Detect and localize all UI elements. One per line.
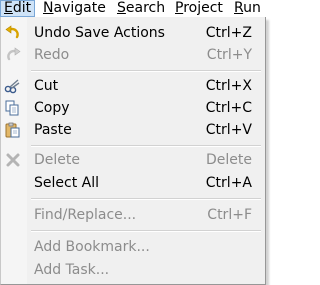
menu-item-paste[interactable]: Paste Ctrl+V — [2, 119, 264, 141]
edit-menu-dropdown: Undo Save Actions Ctrl+Z Redo Ctrl+Y Cut… — [0, 17, 266, 285]
menu-separator — [31, 70, 261, 72]
paste-icon — [4, 122, 22, 138]
menu-search-rest: earch — [125, 0, 166, 16]
menu-item-shortcut: Ctrl+F — [207, 207, 252, 223]
menu-item-undo[interactable]: Undo Save Actions Ctrl+Z — [2, 22, 264, 44]
menu-project[interactable]: Project — [172, 0, 226, 17]
menu-item-label: Paste — [34, 122, 72, 138]
menu-search-mnemonic: S — [117, 0, 126, 16]
menu-separator — [31, 198, 261, 200]
menu-item-shortcut: Ctrl+Y — [206, 47, 252, 63]
menu-item-label: Cut — [34, 78, 59, 94]
menu-item-shortcut: Delete — [206, 152, 252, 168]
menu-run-rest: un — [243, 0, 261, 16]
menu-run[interactable]: Run — [231, 0, 264, 17]
copy-icon — [4, 100, 22, 116]
menu-edit-mnemonic: E — [4, 0, 13, 16]
menu-item-label: Add Task... — [34, 262, 110, 278]
menu-separator — [31, 230, 261, 232]
menu-item-copy[interactable]: Copy Ctrl+C — [2, 97, 264, 119]
menu-edit-rest: dit — [12, 0, 32, 16]
menu-item-label: Redo — [34, 47, 70, 63]
menu-edit[interactable]: Edit — [0, 0, 36, 17]
menu-bar: Edit Navigate Search Project Run — [0, 0, 271, 17]
menu-item-find-replace[interactable]: Find/Replace... Ctrl+F — [2, 204, 264, 226]
menu-run-mnemonic: R — [234, 0, 244, 16]
undo-icon — [4, 25, 22, 41]
menu-item-cut[interactable]: Cut Ctrl+X — [2, 75, 264, 97]
menu-item-label: Copy — [34, 100, 70, 116]
menu-item-add-bookmark[interactable]: Add Bookmark... — [2, 236, 264, 258]
menu-navigate-mnemonic: N — [43, 0, 54, 16]
menu-project-mnemonic: P — [175, 0, 184, 16]
menu-item-label: Find/Replace... — [34, 207, 137, 223]
redo-icon — [4, 47, 22, 63]
menu-item-label: Delete — [34, 152, 80, 168]
menu-item-label: Select All — [34, 175, 99, 191]
menu-item-shortcut: Ctrl+V — [205, 122, 252, 138]
menu-item-shortcut: Ctrl+X — [205, 78, 252, 94]
menu-separator — [31, 145, 261, 147]
delete-icon — [4, 152, 22, 168]
menu-item-add-task[interactable]: Add Task... — [2, 259, 264, 281]
menu-item-select-all[interactable]: Select All Ctrl+A — [2, 172, 264, 194]
menu-item-shortcut: Ctrl+A — [205, 175, 252, 191]
menu-item-redo[interactable]: Redo Ctrl+Y — [2, 44, 264, 66]
menu-item-label: Undo Save Actions — [34, 25, 165, 41]
menu-search[interactable]: Search — [114, 0, 168, 17]
menu-item-shortcut: Ctrl+Z — [205, 25, 252, 41]
menu-project-rest: roject — [183, 0, 223, 16]
menu-item-delete[interactable]: Delete Delete — [2, 149, 264, 171]
cut-icon — [4, 78, 22, 94]
menu-item-label: Add Bookmark... — [34, 239, 150, 255]
menu-navigate-rest: avigate — [53, 0, 106, 16]
menu-item-shortcut: Ctrl+C — [205, 100, 252, 116]
menu-navigate[interactable]: Navigate — [40, 0, 109, 17]
